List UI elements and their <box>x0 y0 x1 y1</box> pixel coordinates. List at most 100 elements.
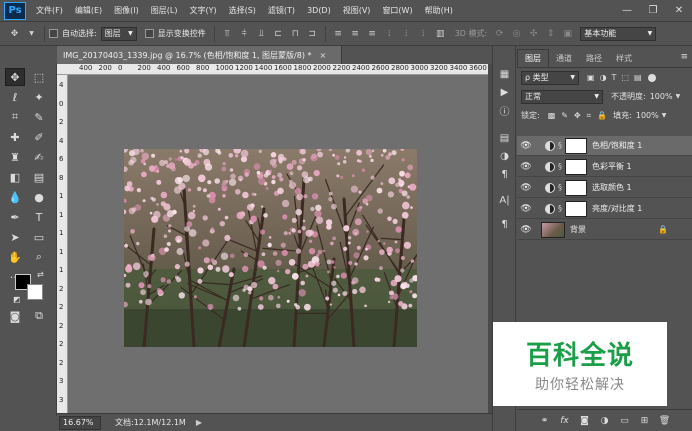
align-hcenter-icon[interactable]: ⊓ <box>289 28 302 40</box>
auto-align-icon[interactable]: ▥ <box>434 28 447 40</box>
3d-scale-icon[interactable]: ▣ <box>561 28 574 40</box>
document-tab[interactable]: IMG_20170403_1339.jpg @ 16.7% (色相/饱和度 1,… <box>57 46 342 64</box>
chevron-down-icon[interactable]: ▼ <box>676 93 681 100</box>
3d-rotate-icon[interactable]: ⟳ <box>493 28 506 40</box>
close-button[interactable]: ✕ <box>666 0 692 20</box>
layer-mask-thumbnail[interactable] <box>565 137 587 154</box>
shape-tool-icon[interactable]: ▭ <box>29 228 49 246</box>
layer-mask-thumbnail[interactable] <box>565 158 587 175</box>
visibility-eye-icon[interactable]: 👁 <box>517 141 535 151</box>
menu-file[interactable]: 文件(F) <box>30 5 69 16</box>
hand-tool-icon[interactable]: ✋ <box>5 248 25 266</box>
menu-select[interactable]: 选择(S) <box>223 5 262 16</box>
minimize-button[interactable]: — <box>614 0 640 20</box>
menu-type[interactable]: 文字(Y) <box>183 5 222 16</box>
mask-link-icon[interactable]: § <box>558 141 562 150</box>
default-colors-icon[interactable]: ◩ <box>13 295 22 304</box>
marquee-tool-icon[interactable]: ⬚ <box>29 68 49 86</box>
distribute-vcenter-icon[interactable]: ≡ <box>349 28 362 40</box>
paragraph-panel-icon[interactable]: ¶ <box>496 166 513 183</box>
brush-tool-icon[interactable]: ✐ <box>29 128 49 146</box>
visibility-eye-icon[interactable]: 👁 <box>517 225 535 235</box>
opacity-value[interactable]: 100% <box>650 92 673 101</box>
gradient-tool-icon[interactable]: ▤ <box>29 168 49 186</box>
lock-all-icon[interactable]: 🔒 <box>597 111 607 120</box>
fill-value[interactable]: 100% <box>636 111 659 120</box>
vertical-ruler[interactable]: 4 0 2 4 6 8 1 1 1 1 1 2 2 2 2 2 3 3 <box>57 75 68 413</box>
adjustment-icon[interactable]: ◑ <box>598 414 612 428</box>
align-vcenter-icon[interactable]: ⫩ <box>238 28 251 40</box>
blend-mode-dropdown[interactable]: 正常 ▼ <box>521 89 603 104</box>
filter-smart-object-icon[interactable]: ▤ <box>634 73 642 82</box>
layer-row-color-balance[interactable]: 👁 § 色彩平衡 1 <box>517 157 692 177</box>
swap-colors-icon[interactable]: ⇄ <box>37 270 46 279</box>
filter-toggle-icon[interactable] <box>647 73 656 82</box>
move-tool-preset-icon[interactable]: ✥ <box>8 28 21 40</box>
lock-artboard-icon[interactable]: ⌗ <box>587 111 592 121</box>
distribute-top-icon[interactable]: ≡ <box>332 28 345 40</box>
menu-3d[interactable]: 3D(D) <box>301 6 337 15</box>
3d-slide-icon[interactable]: ⇕ <box>544 28 557 40</box>
healing-brush-tool-icon[interactable]: ✚ <box>5 128 25 146</box>
close-tab-icon[interactable]: × <box>320 51 327 60</box>
lock-transparent-icon[interactable]: ▩ <box>548 111 556 120</box>
layer-row-brightness-contrast[interactable]: 👁 § 亮度/对比度 1 <box>517 199 692 219</box>
horizontal-ruler[interactable]: 400 200 0 200 400 600 800 1000 1200 1400 1600 1800 2… <box>57 64 488 75</box>
menu-edit[interactable]: 编辑(E) <box>69 5 108 16</box>
distribute-bottom-icon[interactable]: ≡ <box>366 28 379 40</box>
layer-row-background[interactable]: 👁 背景 🔒 <box>517 220 692 240</box>
align-left-icon[interactable]: ⊏ <box>272 28 285 40</box>
screen-mode-icon[interactable]: ⧉ <box>29 307 49 325</box>
adjustments-panel-icon[interactable]: ◑ <box>496 148 513 165</box>
actions-play-icon[interactable]: ▶ <box>496 84 513 101</box>
align-top-icon[interactable]: ⫪ <box>221 28 234 40</box>
auto-select-dropdown[interactable]: 图层 ▼ <box>100 26 137 41</box>
pen-tool-icon[interactable]: ✒ <box>5 208 25 226</box>
info-panel-icon[interactable]: ⓘ <box>496 102 513 119</box>
canvas-image-blossom-tree[interactable] <box>124 149 417 347</box>
trash-icon[interactable]: 🗑 <box>658 414 672 428</box>
background-color-swatch[interactable] <box>27 284 43 300</box>
blur-tool-icon[interactable]: 💧 <box>5 188 25 206</box>
show-transform-checkbox[interactable] <box>144 29 154 38</box>
lock-position-icon[interactable]: ✥ <box>574 111 581 120</box>
tab-styles[interactable]: 样式 <box>609 49 639 67</box>
filter-pixel-icon[interactable]: ▣ <box>587 73 595 82</box>
visibility-eye-icon[interactable]: 👁 <box>517 183 535 193</box>
mask-icon[interactable]: ◙ <box>578 414 592 428</box>
properties-panel-icon[interactable]: ▤ <box>496 130 513 147</box>
mask-link-icon[interactable]: § <box>558 162 562 171</box>
distribute-left-icon[interactable]: ⦙ <box>383 28 396 40</box>
3d-drag-icon[interactable]: ✣ <box>527 28 540 40</box>
align-bottom-icon[interactable]: ⫫ <box>255 28 268 40</box>
menu-image[interactable]: 图像(I) <box>108 5 145 16</box>
history-panel-icon[interactable]: ▦ <box>496 66 513 83</box>
visibility-eye-icon[interactable]: 👁 <box>517 204 535 214</box>
layer-row-hue-saturation[interactable]: 👁 § 色相/饱和度 1 <box>517 136 692 156</box>
mask-link-icon[interactable]: § <box>558 204 562 213</box>
folder-icon[interactable]: ▭ <box>618 414 632 428</box>
crop-tool-icon[interactable]: ⌗ <box>5 108 25 126</box>
type-tool-icon[interactable]: T <box>29 208 49 226</box>
tab-channels[interactable]: 通道 <box>549 49 579 67</box>
layer-mask-thumbnail[interactable] <box>565 200 587 217</box>
mask-link-icon[interactable]: § <box>558 183 562 192</box>
dodge-tool-icon[interactable]: ● <box>29 188 49 206</box>
chevron-down-icon[interactable]: ▼ <box>25 28 38 40</box>
3d-roll-icon[interactable]: ◎ <box>510 28 523 40</box>
distribute-hcenter-icon[interactable]: ⦙ <box>400 28 413 40</box>
align-right-icon[interactable]: ⊐ <box>306 28 319 40</box>
filter-adjustment-icon[interactable]: ◑ <box>600 73 607 82</box>
lock-image-icon[interactable]: ✎ <box>561 111 568 120</box>
layer-filter-dropdown[interactable]: ρ 类型 ▼ <box>521 70 579 85</box>
menu-help[interactable]: 帮助(H) <box>419 5 459 16</box>
character-panel-icon[interactable]: A| <box>496 192 513 209</box>
tab-layers[interactable]: 图层 <box>517 49 549 67</box>
auto-select-checkbox[interactable] <box>49 29 58 38</box>
distribute-right-icon[interactable]: ⦙ <box>417 28 430 40</box>
move-tool-icon[interactable]: ✥ <box>5 68 25 86</box>
filter-type-icon[interactable]: T <box>612 73 617 82</box>
clone-stamp-tool-icon[interactable]: ♜ <box>5 148 25 166</box>
link-icon[interactable]: ⚭ <box>538 414 552 428</box>
eraser-tool-icon[interactable]: ◧ <box>5 168 25 186</box>
